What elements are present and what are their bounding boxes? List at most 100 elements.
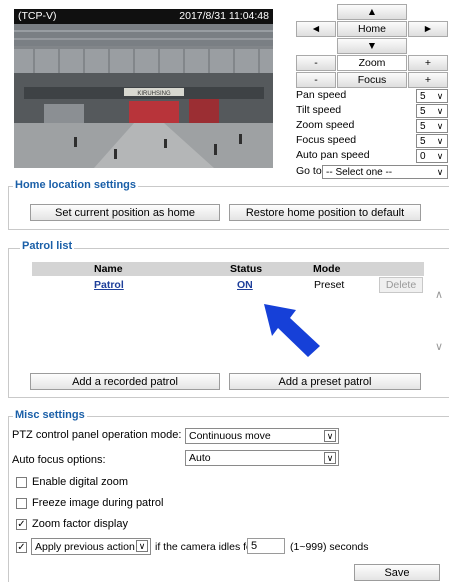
auto-focus-label: Auto focus options:: [12, 454, 106, 466]
operation-mode-value: Continuous move: [189, 430, 271, 442]
zoom-out-button[interactable]: -: [296, 55, 336, 71]
focus-speed-select[interactable]: 5 ∨: [416, 134, 448, 148]
freeze-image-label: Freeze image during patrol: [32, 497, 164, 509]
auto-focus-select[interactable]: Auto ∨: [185, 450, 339, 466]
home-location-title: Home location settings: [13, 179, 139, 191]
camera-timestamp: 2017/8/31 11:04:48: [179, 10, 269, 22]
column-header-mode: Mode: [313, 263, 341, 275]
camera-status-bar: (TCP-V) 2017/8/31 11:04:48: [14, 9, 273, 24]
auto-pan-speed-label: Auto pan speed: [296, 149, 370, 161]
goto-label: Go to:: [296, 165, 325, 177]
set-home-button-label: Set current position as home: [54, 206, 196, 219]
right-arrow-icon: ►: [422, 23, 434, 35]
add-recorded-patrol-button[interactable]: Add a recorded patrol: [30, 373, 220, 390]
focus-label-text: Focus: [357, 74, 387, 86]
annotation-arrow-icon: [264, 304, 325, 357]
delete-button-label: Delete: [385, 279, 417, 291]
checkmark-icon: ✓: [17, 519, 26, 530]
zoom-in-button[interactable]: +: [408, 55, 448, 71]
stream-protocol-label: (TCP-V): [18, 10, 57, 22]
tilt-down-button[interactable]: ▼: [337, 38, 407, 54]
zoom-speed-label: Zoom speed: [296, 119, 355, 131]
operation-mode-label: PTZ control panel operation mode:: [12, 429, 182, 441]
plus-icon: +: [424, 57, 432, 69]
left-arrow-icon: ◄: [310, 23, 322, 35]
idle-range-label: (1~999) seconds: [290, 541, 369, 553]
patrol-status-link[interactable]: ON: [237, 279, 253, 291]
plus-icon: +: [424, 74, 432, 86]
auto-pan-speed-value: 0: [420, 150, 426, 162]
tilt-speed-value: 5: [420, 105, 426, 117]
home-button[interactable]: Home: [337, 21, 407, 37]
minus-icon: -: [314, 57, 318, 69]
chevron-down-icon: ∨: [436, 135, 444, 146]
chevron-down-icon: ∨: [436, 90, 444, 101]
section-border: [8, 397, 449, 398]
zoom-label: Zoom: [337, 55, 407, 71]
chevron-down-icon: ∨: [136, 540, 148, 552]
up-arrow-icon: ▲: [366, 6, 378, 18]
freeze-image-checkbox[interactable]: [16, 498, 27, 509]
section-border: [8, 186, 9, 230]
pan-speed-value: 5: [420, 90, 426, 102]
operation-mode-select[interactable]: Continuous move ∨: [185, 428, 339, 444]
minus-icon: -: [314, 74, 318, 86]
home-button-label: Home: [357, 23, 386, 35]
section-border: [8, 248, 449, 249]
zoom-factor-checkbox[interactable]: ✓: [16, 519, 27, 530]
pan-speed-select[interactable]: 5 ∨: [416, 89, 448, 103]
add-recorded-patrol-label: Add a recorded patrol: [72, 375, 178, 388]
misc-settings-title: Misc settings: [13, 409, 87, 421]
chevron-down-icon: ∨: [436, 105, 444, 116]
goto-preset-select[interactable]: -- Select one -- ∨: [322, 165, 448, 179]
zoom-label-text: Zoom: [358, 57, 386, 69]
idle-seconds-value: 5: [251, 540, 258, 552]
patrol-name-link[interactable]: Patrol: [94, 279, 124, 291]
patrol-mode-value: Preset: [314, 279, 345, 291]
idle-action-checkbox[interactable]: ✓: [16, 542, 27, 553]
set-home-button[interactable]: Set current position as home: [30, 204, 220, 221]
down-arrow-icon: ▼: [366, 40, 378, 52]
restore-home-button[interactable]: Restore home position to default: [229, 204, 421, 221]
idle-text-label: if the camera idles for: [155, 541, 256, 553]
tilt-speed-select[interactable]: 5 ∨: [416, 104, 448, 118]
patrol-list-scrollbar[interactable]: ∧ ∨: [433, 288, 447, 360]
chevron-down-icon: ∨: [324, 452, 336, 464]
pan-speed-label: Pan speed: [296, 89, 347, 101]
digital-zoom-checkbox[interactable]: [16, 477, 27, 488]
idle-seconds-input[interactable]: 5: [247, 538, 285, 554]
section-border: [8, 229, 449, 230]
pan-right-button[interactable]: ►: [408, 21, 448, 37]
add-preset-patrol-button[interactable]: Add a preset patrol: [229, 373, 421, 390]
add-preset-patrol-label: Add a preset patrol: [278, 375, 372, 388]
pan-left-button[interactable]: ◄: [296, 21, 336, 37]
column-header-name: Name: [94, 263, 123, 275]
zoom-speed-select[interactable]: 5 ∨: [416, 119, 448, 133]
save-button[interactable]: Save: [354, 564, 440, 581]
focus-near-button[interactable]: -: [296, 72, 336, 88]
section-border: [8, 248, 9, 398]
tilt-speed-label: Tilt speed: [296, 104, 342, 116]
auto-pan-speed-select[interactable]: 0 ∨: [416, 149, 448, 163]
idle-action-value: Apply previous action: [35, 540, 135, 553]
chevron-down-icon: ∨: [436, 150, 444, 161]
scroll-up-icon[interactable]: ∧: [435, 288, 443, 301]
patrol-table-header: Name Status Mode: [32, 262, 424, 276]
chevron-down-icon: ∨: [436, 166, 444, 177]
auto-focus-value: Auto: [189, 452, 211, 464]
focus-speed-label: Focus speed: [296, 134, 357, 146]
zoom-factor-label: Zoom factor display: [32, 518, 128, 530]
scroll-down-icon[interactable]: ∨: [435, 340, 443, 353]
station-sign-text: KIRUHSING: [137, 91, 171, 97]
patrol-list-title: Patrol list: [20, 240, 75, 252]
idle-action-select[interactable]: Apply previous action ∨: [31, 538, 151, 555]
camera-image: KIRUHSING: [14, 9, 273, 168]
focus-far-button[interactable]: +: [408, 72, 448, 88]
zoom-speed-value: 5: [420, 120, 426, 132]
camera-view[interactable]: KIRUHSING (TCP-V) 2017/8/31 11:04:48: [14, 9, 273, 168]
digital-zoom-label: Enable digital zoom: [32, 476, 129, 488]
focus-speed-value: 5: [420, 135, 426, 147]
tilt-up-button[interactable]: ▲: [337, 4, 407, 20]
section-border: [8, 416, 9, 582]
delete-patrol-button[interactable]: Delete: [379, 277, 423, 293]
